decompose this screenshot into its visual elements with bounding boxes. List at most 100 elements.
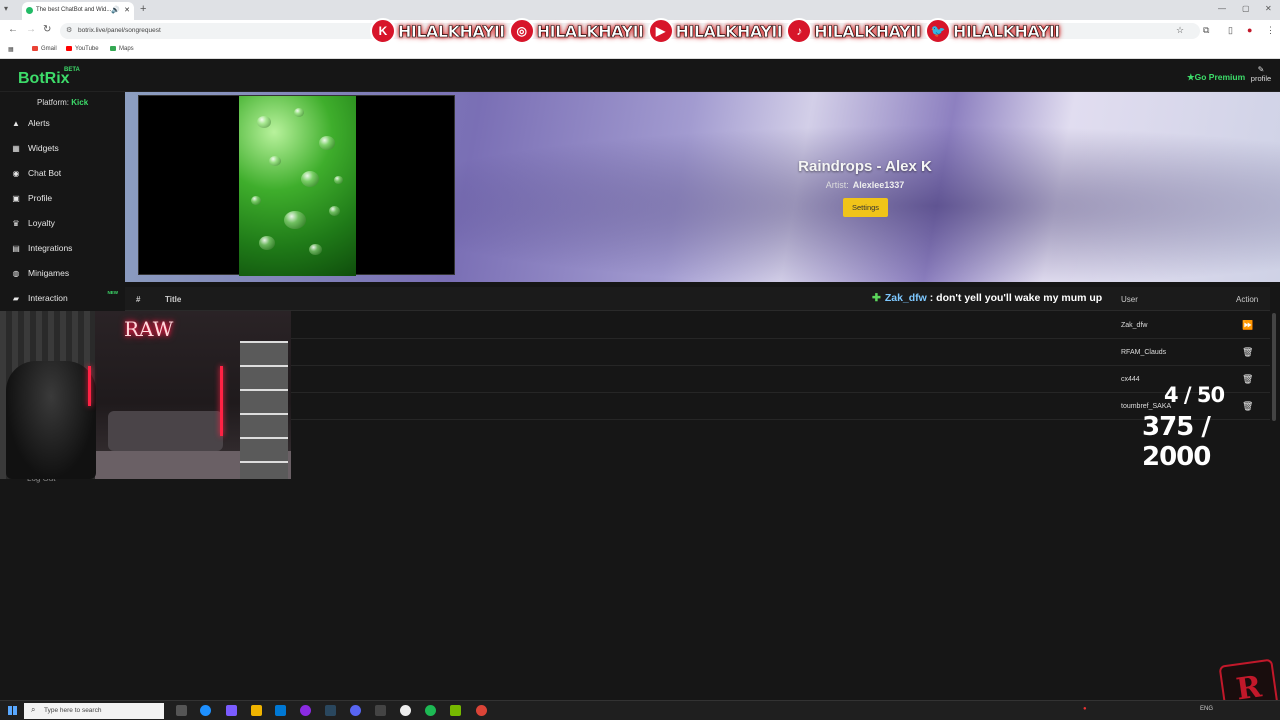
social-handle-text: HILALKHAYII	[536, 21, 644, 41]
app-icon-2[interactable]	[375, 705, 386, 716]
file-explorer-icon[interactable]	[251, 705, 262, 716]
taskbar-search[interactable]: ⌕ Type here to search	[24, 703, 164, 719]
platform-indicator: Platform: Kick	[37, 98, 89, 107]
social-handle-item: ▶ HILALKHAYII	[647, 18, 783, 44]
sidebar-item-integrations[interactable]: ▤ Integrations	[10, 238, 122, 258]
edge-icon[interactable]	[200, 705, 211, 716]
beta-badge: BETA	[64, 67, 80, 73]
table-row: toumbref_SAKA 🗑	[125, 393, 1270, 420]
favicon-icon	[26, 7, 33, 14]
task-view-icon[interactable]	[176, 705, 187, 716]
sidebar-item-interaction[interactable]: ▰ Interaction NEW	[10, 288, 122, 308]
integrations-icon: ▤	[12, 243, 20, 253]
profile-icon: ▣	[12, 193, 20, 203]
windows-start-icon[interactable]	[8, 706, 17, 715]
search-icon: ⌕	[31, 705, 36, 714]
social-handle-item: K HILALKHAYII	[370, 18, 506, 44]
sidebar-item-profile[interactable]: ▣ Profile	[10, 188, 122, 208]
notification-icon[interactable]: ●	[1083, 706, 1087, 712]
interaction-icon: ▰	[12, 293, 20, 303]
social-handle-text: HILALKHAYII	[675, 21, 783, 41]
social-handle-text: HILALKHAYII	[814, 21, 922, 41]
widgets-icon: ▦	[12, 143, 20, 153]
go-premium-link[interactable]: ★Go Premium	[1187, 72, 1245, 83]
col-action: Action	[1236, 295, 1259, 304]
bookmark-youtube[interactable]: YouTube	[66, 46, 99, 52]
trophy-icon: ♛	[12, 218, 20, 228]
reload-icon[interactable]: ↻	[43, 24, 51, 35]
sidebar-item-widgets[interactable]: ▦ Widgets	[10, 138, 122, 158]
robot-icon: ◉	[12, 168, 20, 178]
site-info-icon[interactable]: ⚙	[66, 26, 72, 34]
now-playing-banner: Raindrops - Alex K Artist: Alexlee1337 Se…	[125, 92, 1280, 282]
bookmark-maps[interactable]: Maps	[110, 46, 134, 52]
webcam-overlay: RAW	[0, 311, 291, 479]
sidepanel-icon[interactable]: ▯	[1228, 25, 1233, 36]
sidebar-item-chat-bot[interactable]: ◉ Chat Bot	[10, 163, 122, 183]
song-thumbnail	[138, 95, 455, 276]
extensions-icon[interactable]: ⧉	[1203, 25, 1209, 36]
speaker-icon[interactable]: 🔊	[111, 6, 120, 14]
row-user: cx444	[1121, 376, 1140, 383]
forward-icon[interactable]: →	[26, 24, 36, 35]
social-handle-text: HILALKHAYII	[398, 21, 506, 41]
language-indicator[interactable]: ENG	[1200, 706, 1213, 712]
instagram-icon: ◎	[508, 18, 535, 44]
tab-title: The best ChatBot and Wid...	[36, 7, 112, 13]
trash-icon[interactable]: 🗑	[1242, 347, 1253, 358]
gamepad-icon: ◍	[12, 268, 20, 278]
row-user: Zak_dfw	[1121, 322, 1148, 329]
spotify-icon[interactable]	[425, 705, 436, 716]
social-handle-item: ♪ HILALKHAYII	[786, 18, 922, 44]
song-title: Raindrops - Alex K	[798, 158, 932, 175]
maximize-icon[interactable]: ▢	[1242, 4, 1250, 13]
store-icon[interactable]	[275, 705, 286, 716]
trash-icon[interactable]: 🗑	[1242, 374, 1253, 385]
table-scrollbar[interactable]	[1272, 313, 1276, 421]
trash-icon[interactable]: 🗑	[1242, 401, 1253, 412]
browser-tab[interactable]: The best ChatBot and Wid... 🔊 ✕	[22, 2, 134, 20]
song-artist: Artist: Alexlee1337	[825, 180, 905, 190]
youtube-icon: ▶	[647, 18, 674, 44]
copilot-icon[interactable]	[226, 705, 237, 716]
bookmark-gmail[interactable]: Gmail	[32, 46, 57, 52]
profile-avatar-icon[interactable]: ●	[1247, 25, 1252, 35]
obs-icon[interactable]	[400, 705, 411, 716]
raindrop-leaf-image	[239, 96, 356, 276]
table-row: cx444 🗑	[125, 366, 1270, 393]
window-close-icon[interactable]: ✕	[1265, 4, 1272, 13]
edit-icon: ✎	[1257, 65, 1265, 74]
steam-icon[interactable]	[325, 705, 336, 716]
bookmark-star-icon[interactable]: ☆	[1176, 25, 1184, 36]
botrix-logo[interactable]: BotRix	[18, 70, 70, 88]
counter-primary: 4 / 50	[1164, 383, 1225, 407]
menu-icon[interactable]: ⋮	[1266, 25, 1275, 36]
tab-list-icon[interactable]: ▾	[4, 4, 8, 13]
sidebar-item-loyalty[interactable]: ♛ Loyalty	[10, 213, 122, 233]
minimize-icon[interactable]: —	[1218, 4, 1226, 13]
social-handles-overlay: K HILALKHAYII ◎ HILALKHAYII ▶ HILALKHAYII ♪ HIL…	[370, 15, 1061, 47]
chrome-icon[interactable]	[476, 705, 487, 716]
settings-button[interactable]: Settings	[843, 198, 888, 217]
social-handle-item: 🐦 HILALKHAYII	[925, 18, 1061, 44]
app-icon-1[interactable]	[300, 705, 311, 716]
twitter-icon: 🐦	[925, 18, 951, 44]
col-user: User	[1121, 295, 1138, 304]
profile-link[interactable]: ✎ profile	[1248, 65, 1274, 84]
col-title: Title	[165, 295, 182, 304]
col-number: #	[136, 295, 141, 304]
sidebar-item-alerts[interactable]: ▲ Alerts	[10, 113, 122, 133]
chat-text: : don't yell you'll wake my mum up	[929, 292, 1103, 304]
windows-taskbar: ⌕ Type here to search ● ENG	[0, 700, 1280, 720]
discord-icon[interactable]	[350, 705, 361, 716]
apps-icon[interactable]: ▦	[8, 46, 14, 53]
sidebar-item-minigames[interactable]: ◍ Minigames	[10, 263, 122, 283]
skip-icon[interactable]: ⏩	[1242, 320, 1253, 331]
tiktok-icon: ♪	[786, 18, 813, 44]
nvidia-icon[interactable]	[450, 705, 461, 716]
close-tab-icon[interactable]: ✕	[124, 6, 130, 14]
new-tab-icon[interactable]: +	[140, 3, 146, 15]
social-handle-text: HILALKHAYII	[953, 21, 1061, 41]
back-icon[interactable]: ←	[8, 24, 18, 35]
new-badge: NEW	[107, 290, 119, 295]
